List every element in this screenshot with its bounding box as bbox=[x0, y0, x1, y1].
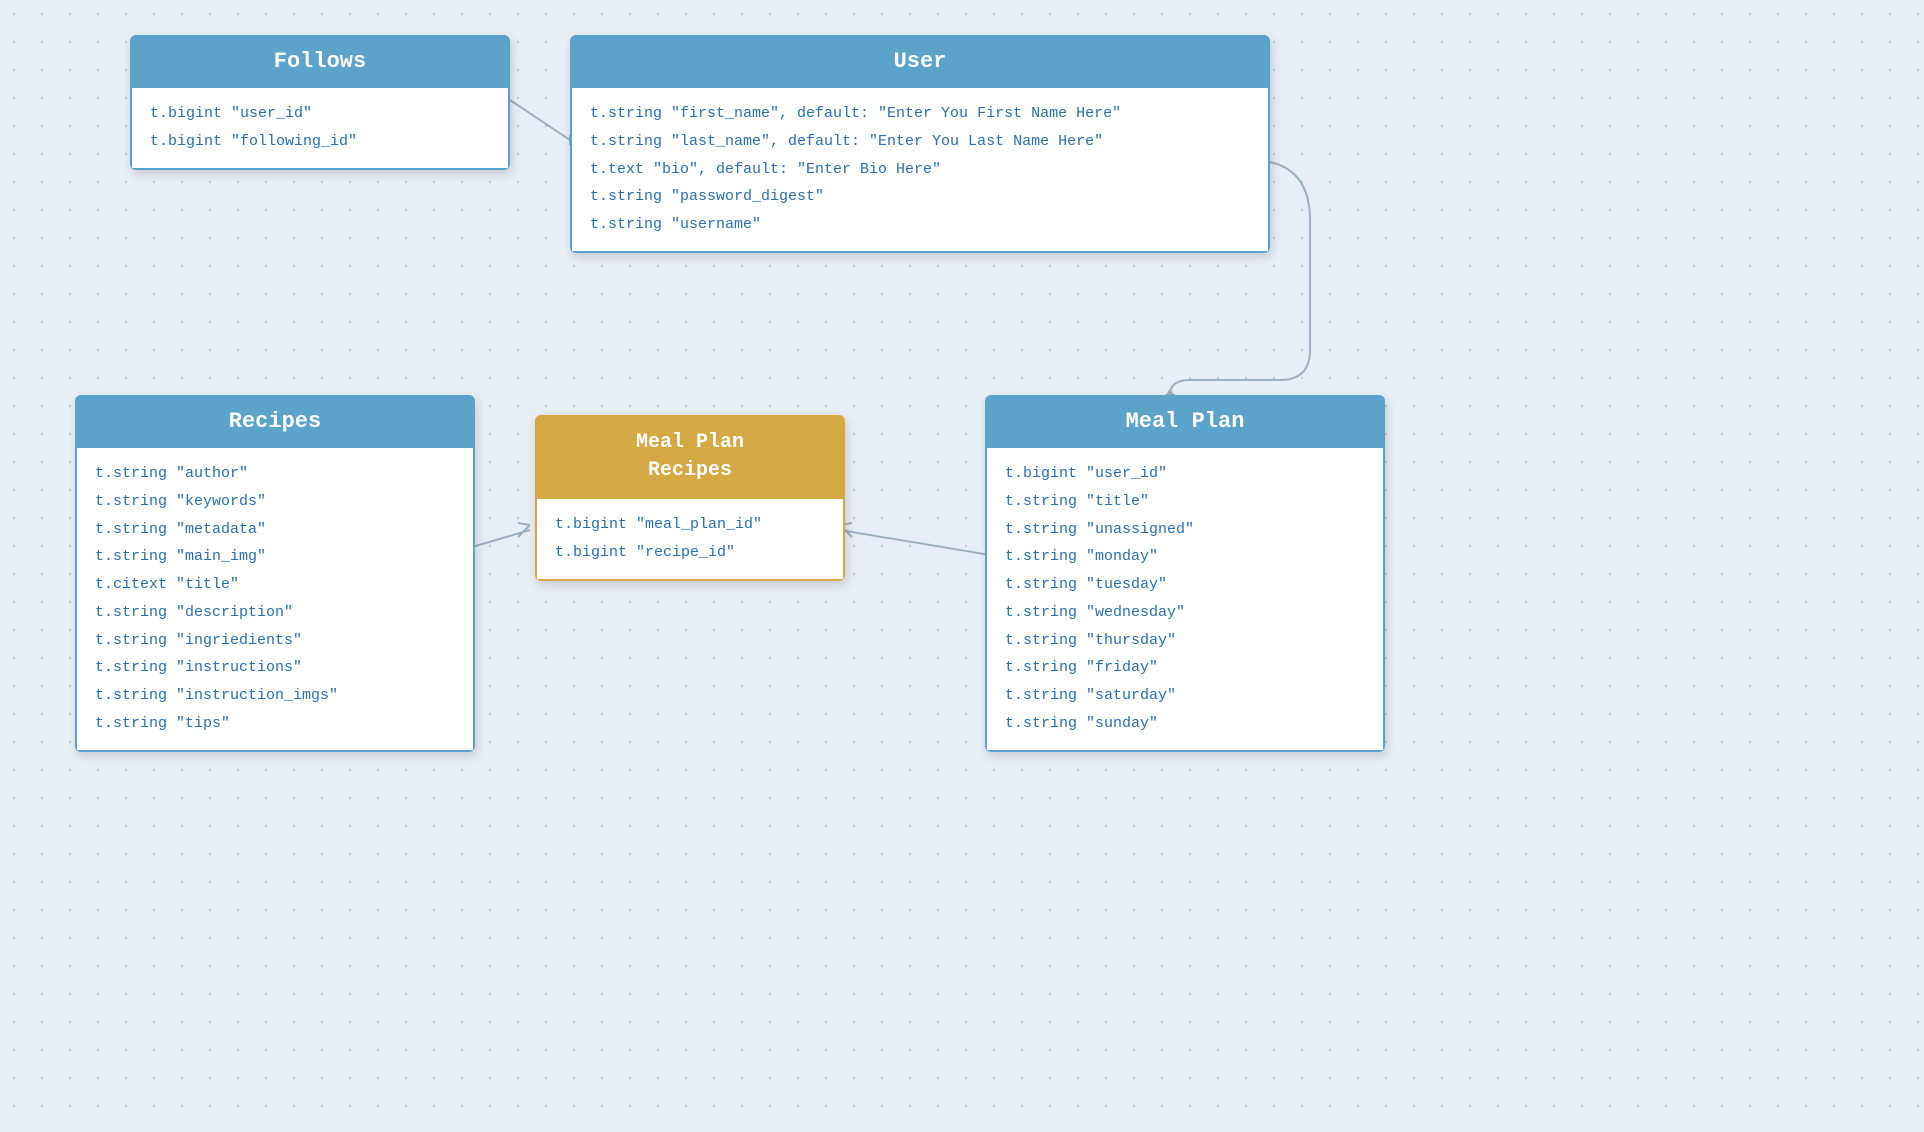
mp-field-4: t.string "tuesday" bbox=[1005, 571, 1365, 599]
follows-table-header: Follows bbox=[130, 35, 510, 88]
recipes-field-7: t.string "instructions" bbox=[95, 654, 455, 682]
user-table-body: t.string "first_name", default: "Enter Y… bbox=[570, 88, 1270, 253]
user-table: User t.string "first_name", default: "En… bbox=[570, 35, 1270, 253]
mp-field-8: t.string "saturday" bbox=[1005, 682, 1365, 710]
follows-table: Follows t.bigint "user_id" t.bigint "fol… bbox=[130, 35, 510, 170]
recipes-field-3: t.string "main_img" bbox=[95, 543, 455, 571]
meal-plan-table: Meal Plan t.bigint "user_id" t.string "t… bbox=[985, 395, 1385, 752]
recipes-table: Recipes t.string "author" t.string "keyw… bbox=[75, 395, 475, 752]
mp-field-1: t.string "title" bbox=[1005, 488, 1365, 516]
meal-plan-recipes-header: Meal PlanRecipes bbox=[535, 415, 845, 499]
recipes-field-0: t.string "author" bbox=[95, 460, 455, 488]
mp-field-3: t.string "monday" bbox=[1005, 543, 1365, 571]
meal-plan-title: Meal Plan bbox=[1126, 409, 1245, 434]
recipes-title: Recipes bbox=[229, 409, 321, 434]
recipes-field-1: t.string "keywords" bbox=[95, 488, 455, 516]
follows-field-1: t.bigint "following_id" bbox=[150, 128, 490, 156]
mp-field-7: t.string "friday" bbox=[1005, 654, 1365, 682]
follows-table-body: t.bigint "user_id" t.bigint "following_i… bbox=[130, 88, 510, 170]
follows-title: Follows bbox=[274, 49, 366, 74]
mp-field-2: t.string "unassigned" bbox=[1005, 516, 1365, 544]
user-field-0: t.string "first_name", default: "Enter Y… bbox=[590, 100, 1250, 128]
recipes-field-9: t.string "tips" bbox=[95, 710, 455, 738]
recipes-field-8: t.string "instruction_imgs" bbox=[95, 682, 455, 710]
meal-plan-recipes-body: t.bigint "meal_plan_id" t.bigint "recipe… bbox=[535, 499, 845, 581]
meal-plan-header: Meal Plan bbox=[985, 395, 1385, 448]
user-title: User bbox=[894, 49, 947, 74]
meal-plan-recipes-table: Meal PlanRecipes t.bigint "meal_plan_id"… bbox=[535, 415, 845, 581]
user-field-2: t.text "bio", default: "Enter Bio Here" bbox=[590, 156, 1250, 184]
follows-field-0: t.bigint "user_id" bbox=[150, 100, 490, 128]
mp-field-5: t.string "wednesday" bbox=[1005, 599, 1365, 627]
diagram-container: Follows t.bigint "user_id" t.bigint "fol… bbox=[0, 0, 1924, 1132]
user-table-header: User bbox=[570, 35, 1270, 88]
mpr-field-0: t.bigint "meal_plan_id" bbox=[555, 511, 825, 539]
recipes-field-2: t.string "metadata" bbox=[95, 516, 455, 544]
user-field-4: t.string "username" bbox=[590, 211, 1250, 239]
recipes-field-5: t.string "description" bbox=[95, 599, 455, 627]
recipes-field-4: t.citext "title" bbox=[95, 571, 455, 599]
recipes-field-6: t.string "ingriedients" bbox=[95, 627, 455, 655]
mpr-field-1: t.bigint "recipe_id" bbox=[555, 539, 825, 567]
meal-plan-body: t.bigint "user_id" t.string "title" t.st… bbox=[985, 448, 1385, 752]
mp-field-6: t.string "thursday" bbox=[1005, 627, 1365, 655]
mp-field-9: t.string "sunday" bbox=[1005, 710, 1365, 738]
mp-field-0: t.bigint "user_id" bbox=[1005, 460, 1365, 488]
recipes-table-body: t.string "author" t.string "keywords" t.… bbox=[75, 448, 475, 752]
user-field-1: t.string "last_name", default: "Enter Yo… bbox=[590, 128, 1250, 156]
user-field-3: t.string "password_digest" bbox=[590, 183, 1250, 211]
recipes-table-header: Recipes bbox=[75, 395, 475, 448]
